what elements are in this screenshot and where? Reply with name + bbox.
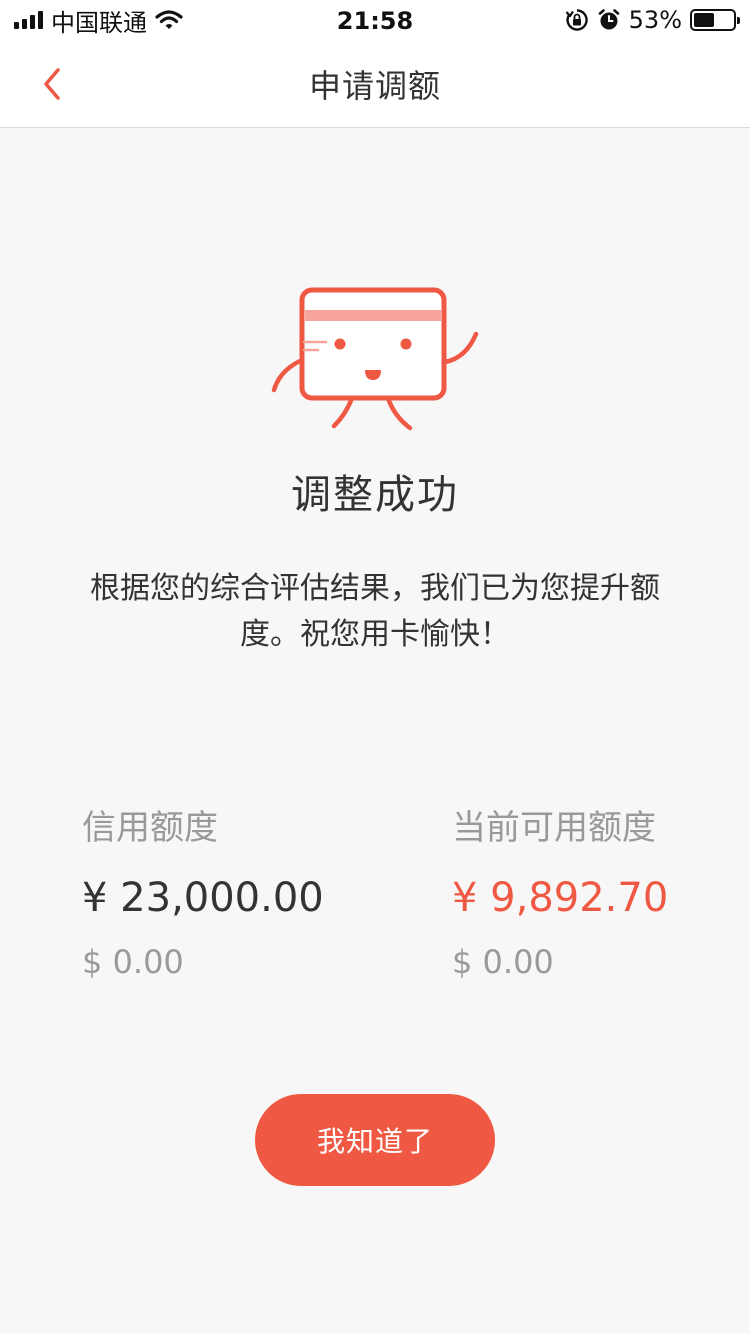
status-bar: 中国联通 21:58 53% bbox=[0, 0, 750, 40]
card-mascot-icon bbox=[271, 287, 479, 431]
available-limit-usd: $ 0.00 bbox=[452, 943, 554, 981]
wifi-icon bbox=[155, 10, 183, 29]
page-title: 申请调额 bbox=[308, 66, 441, 105]
battery-icon bbox=[690, 9, 740, 31]
nav-bar: 申请调额 bbox=[0, 40, 750, 128]
status-right: 53% bbox=[565, 6, 740, 34]
battery-level bbox=[694, 13, 715, 27]
alarm-icon bbox=[598, 9, 619, 30]
confirm-button[interactable]: 我知道了 bbox=[255, 1094, 495, 1186]
result-description: 根据您的综合评估结果，我们已为您提升额度。祝您用卡愉快！ bbox=[90, 571, 660, 652]
available-limit-block: 当前可用额度 ¥ 9,892.70 $ 0.00 bbox=[452, 804, 668, 984]
credit-limit-cny: ¥ 23,000.00 bbox=[82, 875, 324, 921]
battery-percent: 53% bbox=[628, 6, 682, 34]
available-limit-label: 当前可用额度 bbox=[452, 808, 656, 848]
orientation-lock-icon bbox=[565, 9, 588, 31]
chevron-left-icon bbox=[44, 68, 60, 100]
carrier-name: 中国联通 bbox=[51, 8, 147, 37]
credit-limit-label: 信用额度 bbox=[82, 808, 218, 848]
credit-limit-block: 信用额度 ¥ 23,000.00 $ 0.00 bbox=[82, 804, 324, 984]
available-limit-cny: ¥ 9,892.70 bbox=[452, 875, 669, 921]
status-left: 中国联通 bbox=[14, 3, 183, 38]
credit-limit-usd: $ 0.00 bbox=[82, 943, 184, 981]
result-title: 调整成功 bbox=[291, 472, 459, 518]
back-button[interactable] bbox=[30, 60, 74, 108]
signal-icon bbox=[14, 11, 43, 29]
